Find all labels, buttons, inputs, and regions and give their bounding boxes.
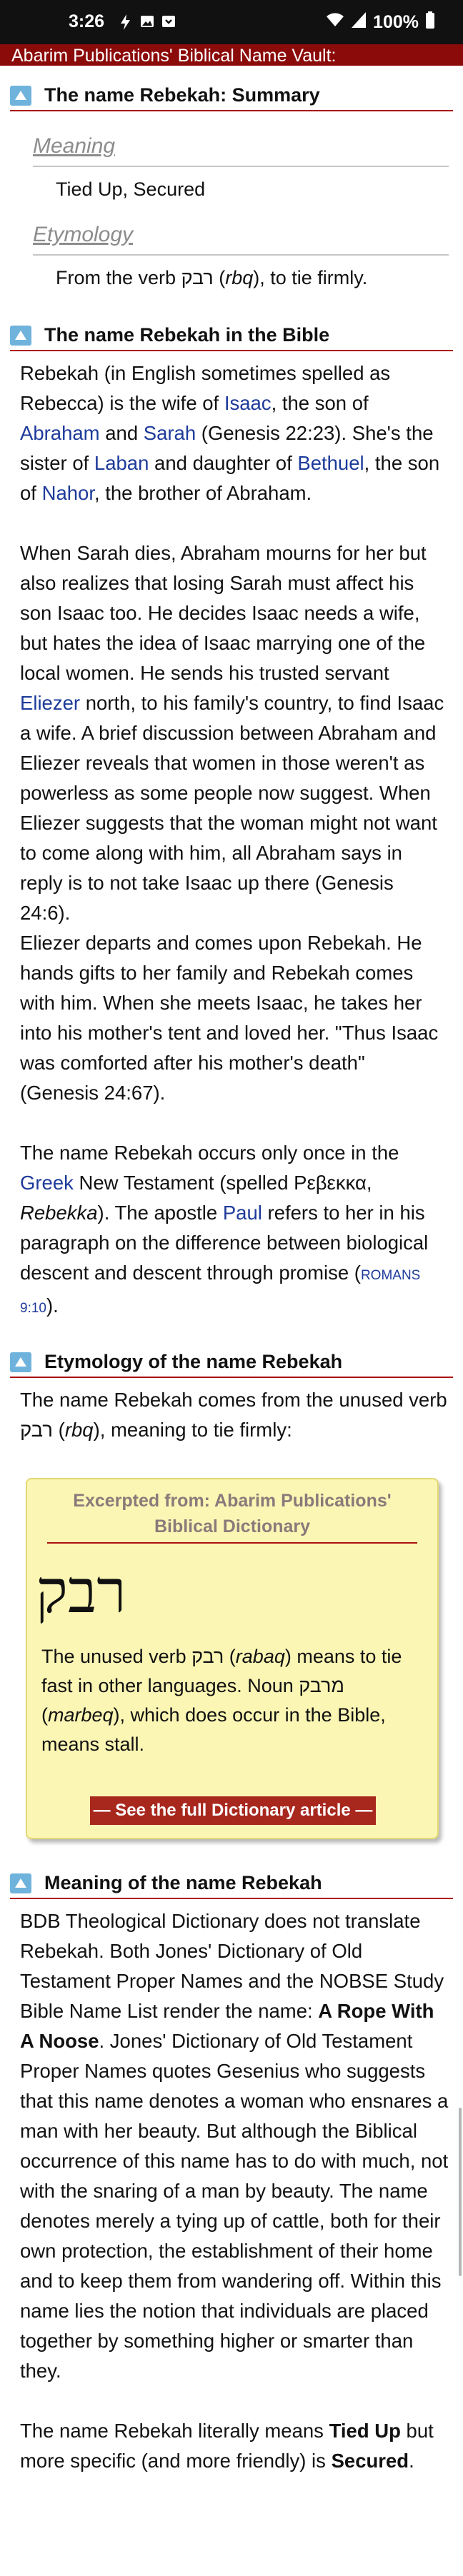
section-divider — [10, 350, 453, 351]
section-meaning-header: Meaning of the name Rebekah — [0, 1868, 463, 1899]
section-etymology-header: Etymology of the name Rebekah — [0, 1347, 463, 1378]
etymology-subheading: Etymology — [33, 223, 134, 246]
section-title: Meaning of the name Rebekah — [44, 1872, 322, 1893]
excerpt-divider — [47, 1542, 417, 1544]
back-to-top-icon[interactable] — [10, 86, 31, 106]
section-divider — [10, 1377, 453, 1378]
site-header: Abarim Publications' Biblical Name Vault… — [0, 44, 463, 66]
back-to-top-icon[interactable] — [10, 326, 31, 346]
link-eliezer[interactable]: Eliezer — [20, 692, 80, 714]
link-greek[interactable]: Greek — [20, 1172, 74, 1194]
image-icon — [140, 14, 154, 29]
transliteration: rbq — [225, 267, 254, 288]
status-time: 3:26 — [69, 11, 105, 31]
section-bible-header: The name Rebekah in the Bible — [0, 320, 463, 351]
link-sarah[interactable]: Sarah — [144, 422, 196, 444]
back-to-top-icon[interactable] — [10, 1873, 31, 1893]
scrollbar[interactable] — [459, 2108, 462, 2276]
transliteration: rbq — [64, 1419, 94, 1441]
section-divider — [10, 1898, 453, 1899]
status-bar: 3:26 100% — [0, 0, 463, 44]
section-title: The name Rebekah in the Bible — [44, 324, 330, 346]
meaning-subheading: Meaning — [33, 134, 116, 158]
link-paul[interactable]: Paul — [223, 1202, 262, 1224]
dictionary-text: The unused verb רבק (rabaq) means to tie… — [41, 1646, 402, 1755]
download-box-icon — [161, 14, 176, 29]
dictionary-excerpt-box: Excerpted from: Abarim Publications' Bib… — [26, 1478, 439, 1839]
section-summary-header: The name Rebekah: Summary — [0, 80, 463, 111]
bible-paragraph-1: Rebekah (in English sometimes spelled as… — [20, 362, 440, 504]
flash-icon — [119, 14, 133, 30]
section-title: The name Rebekah: Summary — [44, 84, 320, 106]
back-to-top-icon[interactable] — [10, 1352, 31, 1372]
meaning-divider — [33, 166, 449, 167]
battery-icon — [426, 11, 434, 34]
hebrew-text: רבק — [181, 267, 214, 288]
etymology-divider — [33, 254, 449, 256]
meaning-paragraph-1: BDB Theological Dictionary does not tran… — [20, 1910, 449, 2382]
link-nahor[interactable]: Nahor — [42, 482, 94, 504]
bible-paragraph-3: Eliezer departs and comes upon Rebekah. … — [20, 932, 439, 1104]
link-isaac[interactable]: Isaac — [224, 392, 272, 414]
hebrew-headword: רבק — [36, 1556, 126, 1626]
bible-paragraph-2: When Sarah dies, Abraham mourns for her … — [20, 542, 444, 924]
link-laban[interactable]: Laban — [94, 452, 149, 474]
site-title[interactable]: Abarim Publications' Biblical Name Vault… — [11, 46, 337, 66]
hebrew-text: רבק — [20, 1419, 53, 1441]
system-status: 100% — [326, 11, 434, 34]
etymology-value: From the verb רבק (rbq), to tie firmly. — [56, 267, 368, 288]
bible-paragraph-4: The name Rebekah occurs only once in the… — [20, 1142, 429, 1317]
etymology-intro: The name Rebekah comes from the unused v… — [20, 1389, 447, 1441]
link-abraham[interactable]: Abraham — [20, 422, 100, 444]
full-dictionary-article-button[interactable]: — See the full Dictionary article — — [90, 1796, 376, 1825]
meaning-paragraph-2: The name Rebekah literally means Tied Up… — [20, 2420, 434, 2472]
battery-percent: 100% — [373, 12, 419, 32]
meaning-value: Tied Up, Secured — [56, 178, 206, 200]
signal-icon — [352, 12, 367, 33]
excerpt-source: Excerpted from: Abarim Publications' Bib… — [73, 1491, 392, 1536]
section-divider — [10, 110, 453, 111]
notification-icons — [119, 14, 176, 30]
section-title: Etymology of the name Rebekah — [44, 1351, 343, 1372]
wifi-icon — [326, 12, 344, 33]
link-bethuel[interactable]: Bethuel — [297, 452, 364, 474]
